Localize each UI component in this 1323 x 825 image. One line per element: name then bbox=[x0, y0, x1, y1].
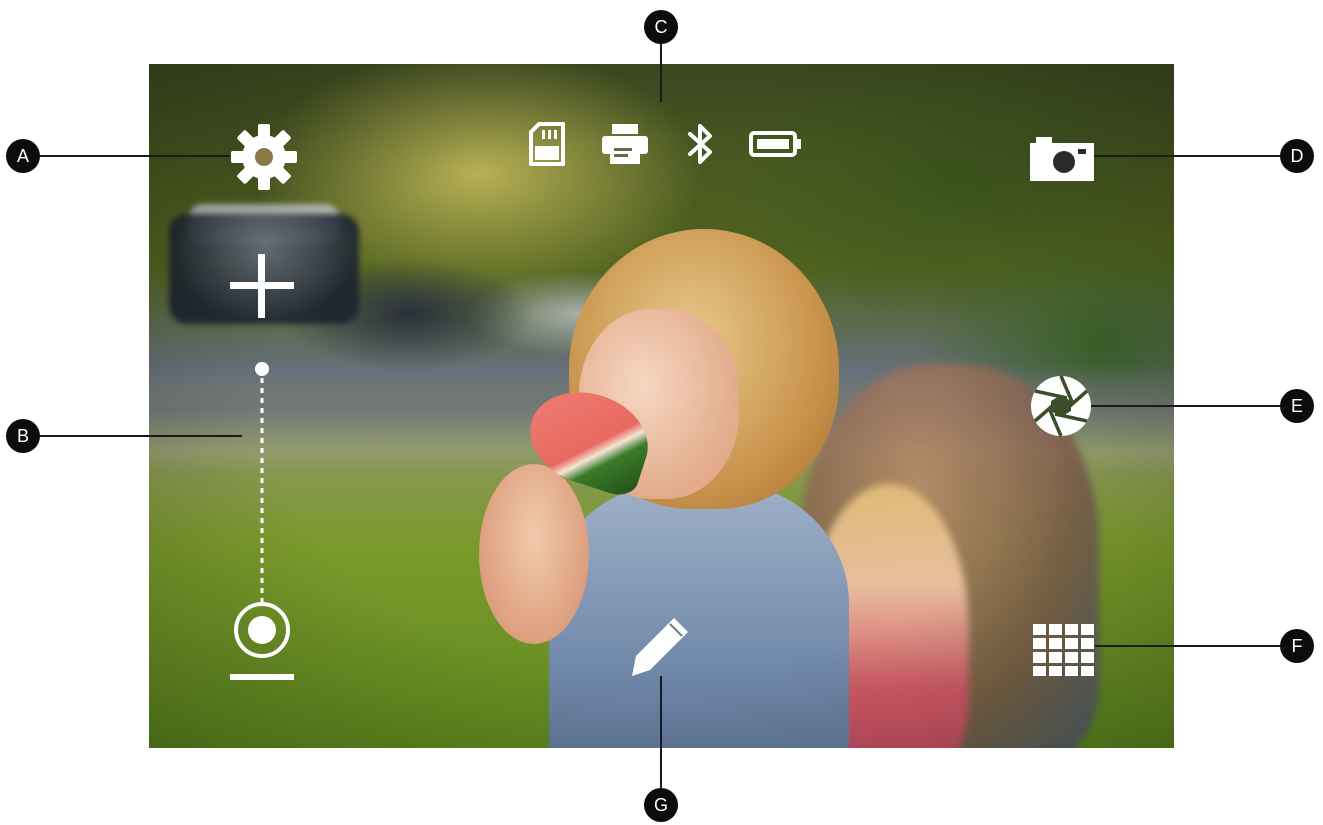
callout-badge-d: D bbox=[1280, 139, 1314, 173]
callout-badge-b: B bbox=[6, 419, 40, 453]
printer-icon bbox=[600, 122, 650, 166]
plus-icon[interactable] bbox=[228, 252, 296, 320]
callout-line-d bbox=[1094, 155, 1280, 157]
callout-line-g bbox=[660, 676, 662, 788]
battery-icon bbox=[749, 131, 803, 157]
zoom-slider[interactable] bbox=[250, 360, 274, 605]
annotated-screen-diagram: A B C D E F G bbox=[0, 0, 1323, 825]
sd-card-icon bbox=[529, 122, 565, 166]
callout-badge-f: F bbox=[1280, 629, 1314, 663]
callout-line-b bbox=[40, 435, 242, 437]
camera-icon[interactable] bbox=[1028, 135, 1096, 183]
callout-line-a bbox=[40, 155, 230, 157]
grid-icon[interactable] bbox=[1033, 624, 1095, 676]
callout-badge-g: G bbox=[644, 788, 678, 822]
aperture-icon[interactable] bbox=[1029, 374, 1093, 438]
callout-badge-a: A bbox=[6, 139, 40, 173]
gear-icon[interactable] bbox=[229, 122, 299, 192]
callout-line-e bbox=[1091, 405, 1280, 407]
pencil-icon[interactable] bbox=[628, 614, 692, 678]
zoom-out-icon[interactable] bbox=[228, 600, 296, 684]
callout-badge-e: E bbox=[1280, 389, 1314, 423]
bluetooth-icon bbox=[686, 120, 716, 168]
callout-line-c bbox=[660, 44, 662, 102]
callout-line-f bbox=[1095, 645, 1280, 647]
callout-badge-c: C bbox=[644, 10, 678, 44]
